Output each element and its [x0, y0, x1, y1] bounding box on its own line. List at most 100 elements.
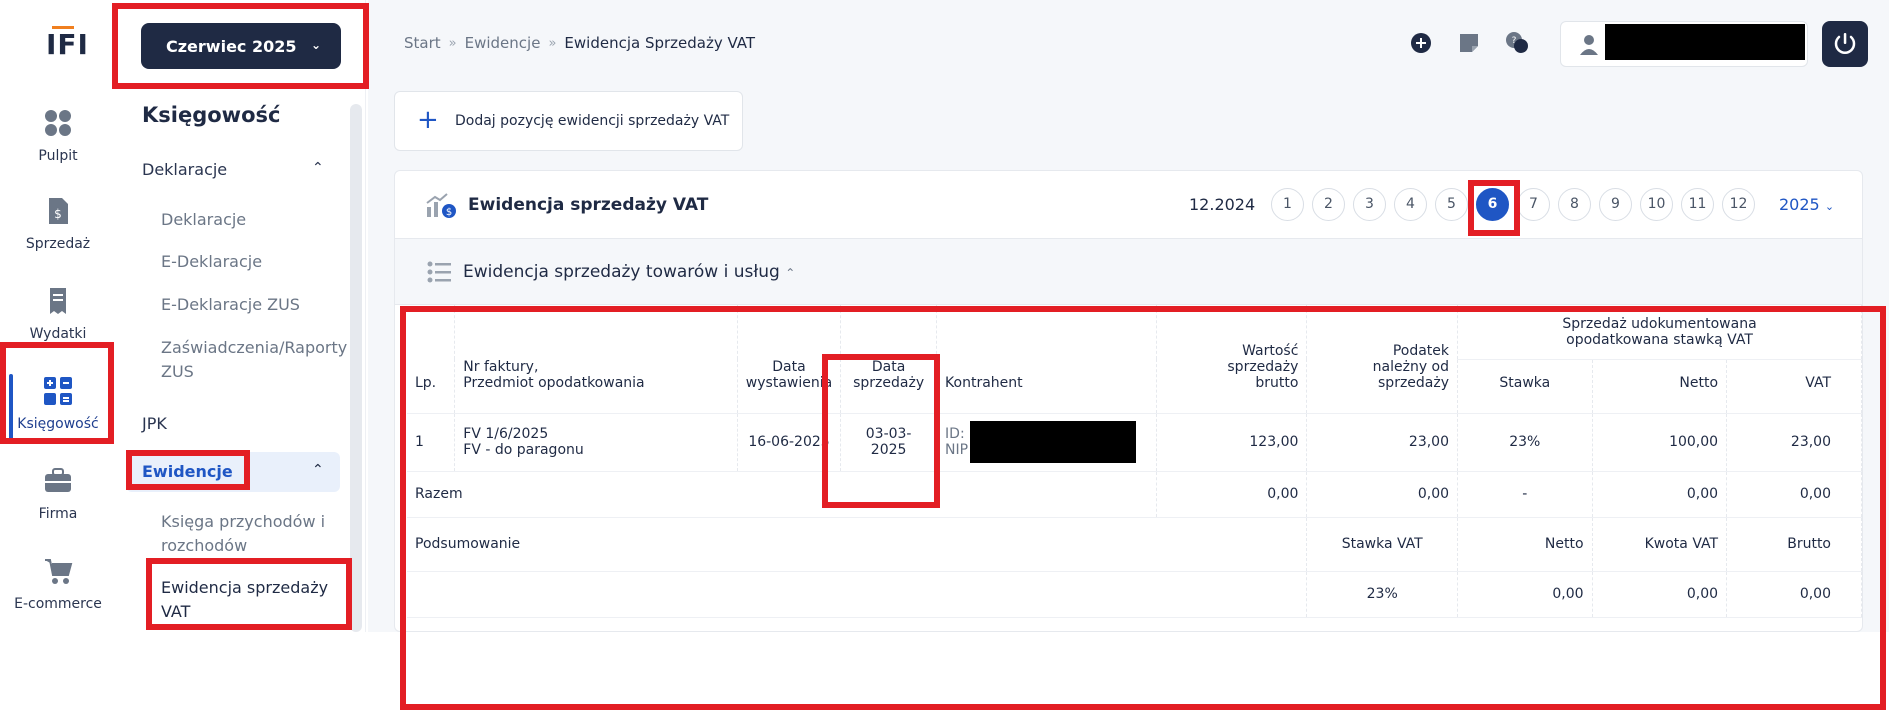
menu-item-jpk[interactable]: JPK [142, 414, 167, 433]
header-invoice-line1: Nr faktury, [463, 358, 539, 375]
month-4-button[interactable]: 4 [1394, 188, 1427, 221]
month-3-button[interactable]: 3 [1353, 188, 1386, 221]
chevron-down-icon: ⌄ [310, 38, 321, 52]
menu-group-ewidencje[interactable]: Ewidencje [142, 462, 233, 481]
header-invoice-line2: Przedmiot opodatkowania [463, 374, 645, 391]
header-contractor: Kontrahent [936, 305, 1157, 414]
menu-group-deklaracje[interactable]: Deklaracje ⌃ [142, 160, 324, 179]
logo-text: IFI [46, 28, 89, 61]
vat-register-card: $ Ewidencja sprzedaży VAT 12.2024 1 2 3 … [394, 170, 1863, 632]
rail-item-ecommerce[interactable]: E-commerce [0, 556, 116, 636]
cell-rate: 23% [1457, 413, 1593, 472]
card-header: $ Ewidencja sprzedaży VAT 12.2024 1 2 3 … [395, 171, 1862, 239]
month-2-button[interactable]: 2 [1312, 188, 1345, 221]
add-entry-button[interactable]: + Dodaj pozycję ewidencji sprzedaży VAT [394, 91, 743, 151]
dots-grid-icon [45, 110, 71, 136]
chevron-up-icon: ⌃ [312, 160, 324, 176]
summary-rate: 23% [1306, 571, 1459, 618]
breadcrumb: Start » Ewidencje » Ewidencja Sprzedaży … [404, 34, 755, 52]
month-9-button[interactable]: 9 [1599, 188, 1632, 221]
total-tax: 0,00 [1306, 471, 1459, 518]
side-menu-scrollbar[interactable] [350, 104, 362, 632]
chevron-right-icon: » [548, 35, 557, 51]
header-gross-line3: brutto [1255, 374, 1299, 391]
add-entry-label: Dodaj pozycję ewidencji sprzedaży VAT [455, 113, 730, 129]
total-label: Razem [407, 471, 1157, 518]
month-1-button[interactable]: 1 [1271, 188, 1304, 221]
breadcrumb-start[interactable]: Start [404, 34, 441, 52]
header-sale-date: Data sprzedaży [840, 305, 938, 414]
header-sale-line2: sprzedaży [853, 374, 925, 391]
menu-item-e-deklaracje[interactable]: E-Deklaracje [161, 250, 341, 274]
redacted-username [1605, 24, 1805, 60]
cell-invoice-number[interactable]: FV 1/6/2025 [463, 426, 729, 442]
previous-period-link[interactable]: 12.2024 [1189, 195, 1255, 214]
power-icon [1834, 33, 1856, 54]
section-toggle[interactable]: Ewidencja sprzedaży towarów i usług ⌃ [463, 262, 795, 282]
cell-invoice[interactable]: FV 1/6/2025 FV - do paragonu [454, 413, 738, 472]
month-12-button[interactable]: 12 [1722, 188, 1755, 221]
summary-header-row: Podsumowanie Stawka VAT Netto Kwota VAT … [407, 517, 1862, 572]
month-6-button[interactable]: 6 [1476, 188, 1509, 221]
month-10-button[interactable]: 10 [1640, 188, 1673, 221]
total-gross: 0,00 [1156, 471, 1308, 518]
section-header: Ewidencja sprzedaży towarów i usług ⌃ [395, 239, 1862, 305]
header-vat: VAT [1726, 359, 1862, 414]
briefcase-icon [45, 468, 71, 492]
month-11-button[interactable]: 11 [1681, 188, 1714, 221]
sticky-note-icon[interactable] [1456, 30, 1482, 56]
menu-item-e-deklaracje-zus[interactable]: E-Deklaracje ZUS [161, 293, 341, 317]
table-row[interactable]: 1 FV 1/6/2025 FV - do paragonu 16-06-202… [407, 413, 1862, 472]
month-8-button[interactable]: 8 [1558, 188, 1591, 221]
month-pagination: 1 2 3 4 5 6 7 8 9 10 11 12 [1271, 188, 1755, 221]
svg-text:?: ? [1512, 36, 1517, 46]
header-rate: Stawka [1457, 359, 1593, 414]
header-issue-line1: Data [772, 358, 806, 375]
menu-item-ewidencja-sprzedazy-vat[interactable]: Ewidencja sprzedaży VAT [161, 576, 341, 624]
breadcrumb-current: Ewidencja Sprzedaży VAT [564, 34, 756, 52]
header-sale-line1: Data [871, 358, 906, 375]
receipt-icon [50, 288, 66, 314]
month-selector-label: Czerwiec 2025 [166, 36, 297, 56]
top-icons: ? [1408, 30, 1530, 56]
cell-tax: 23,00 [1306, 413, 1459, 472]
rail-item-firma[interactable]: Firma [0, 466, 116, 546]
logout-button[interactable] [1822, 21, 1868, 67]
card-title: Ewidencja sprzedaży VAT [468, 195, 709, 215]
rail-item-sprzedaz[interactable]: $ Sprzedaż [0, 196, 116, 276]
header-tax: Podatek należny od sprzedaży [1306, 305, 1459, 414]
year-selector[interactable]: 2025 ⌄ [1779, 195, 1834, 214]
year-label: 2025 [1779, 195, 1820, 214]
header-group-line1: Sprzedaż udokumentowana [1562, 315, 1757, 332]
header-invoice: Nr faktury, Przedmiot opodatkowania [454, 305, 738, 414]
month-selector-button[interactable]: Czerwiec 2025 ⌄ [141, 23, 341, 69]
rail-item-label: Wydatki [29, 326, 87, 342]
menu-item-zaswiadczenia[interactable]: Zaświadczenia/Raporty ZUS [161, 336, 347, 384]
chevron-up-icon: ⌃ [785, 266, 796, 280]
rail-item-pulpit[interactable]: Pulpit [0, 108, 116, 188]
menu-item-deklaracje[interactable]: Deklaracje [161, 208, 341, 232]
user-icon [1580, 35, 1598, 55]
table-header-row-top: Lp. Nr faktury, Przedmiot opodatkowania … [407, 305, 1862, 414]
redacted-contractor [970, 421, 1137, 463]
add-circle-icon[interactable] [1408, 30, 1434, 56]
rail-item-ksiegowosc[interactable]: Księgowość [0, 376, 116, 456]
summary-header-gross: Brutto [1726, 517, 1862, 572]
cell-contractor-id: ID: [945, 426, 965, 442]
app-root: IFI Pulpit $ Sprzedaż Wydatki Księgowość… [0, 0, 1889, 711]
logo[interactable]: IFI [38, 22, 88, 64]
rail-item-label: Firma [38, 506, 78, 522]
header-group-documented: Sprzedaż udokumentowana opodatkowana sta… [1457, 305, 1862, 360]
month-7-button[interactable]: 7 [1517, 188, 1550, 221]
rail-item-wydatki[interactable]: Wydatki [0, 286, 116, 366]
header-net: Netto [1592, 359, 1728, 414]
user-menu[interactable] [1560, 21, 1808, 67]
icon-rail: IFI Pulpit $ Sprzedaż Wydatki Księgowość… [0, 0, 116, 632]
plus-icon: + [417, 105, 439, 135]
menu-item-ksiega-przychodow[interactable]: Księga przychodów i rozchodów [161, 510, 341, 558]
summary-header-net: Netto [1457, 517, 1593, 572]
month-5-button[interactable]: 5 [1435, 188, 1468, 221]
chat-help-icon[interactable]: ? [1504, 30, 1530, 56]
section-title: Ewidencja sprzedaży towarów i usług [463, 262, 780, 282]
breadcrumb-ewidencje[interactable]: Ewidencje [465, 34, 541, 52]
